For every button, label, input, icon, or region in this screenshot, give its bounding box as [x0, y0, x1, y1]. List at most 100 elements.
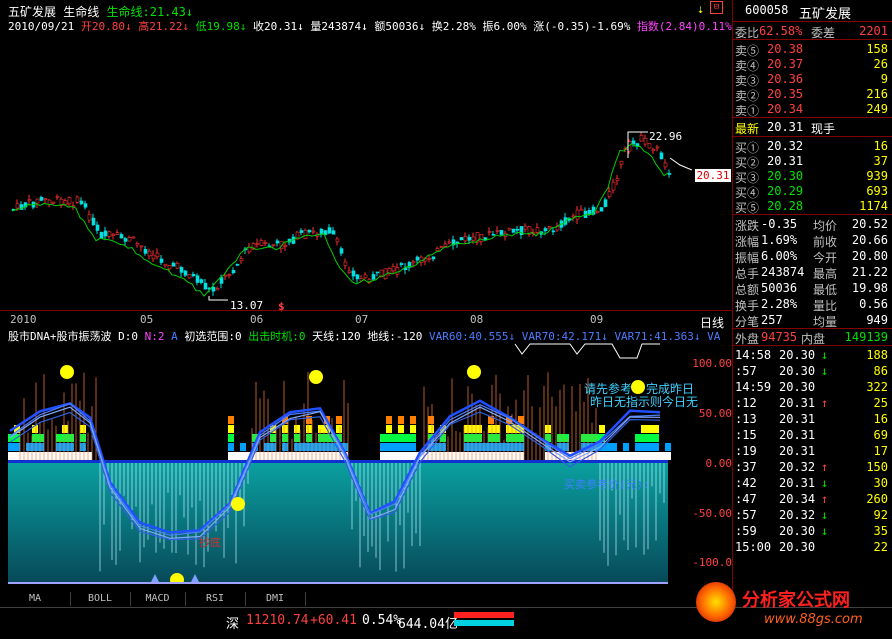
signal-bar — [440, 452, 446, 460]
stat-value: 20.52 — [851, 217, 888, 231]
tick-volume: 322 — [866, 380, 888, 394]
tick-row: :19 20.31 17 — [735, 444, 890, 458]
signal-bar — [398, 434, 404, 442]
signal-bar — [14, 452, 20, 460]
signal-bar — [240, 452, 246, 460]
tab-rsi[interactable]: RSI — [185, 592, 246, 606]
signal-bar — [270, 434, 276, 442]
tick-row: :57 20.30 ↓ 86 — [735, 364, 890, 378]
candle-body — [119, 234, 124, 239]
chart-area[interactable]: 五矿发展 生命线 生命线:21.43↓ 2010/09/21 开20.80↓ 高… — [0, 0, 733, 606]
diff-value: 2201 — [859, 24, 888, 38]
signal-bar — [270, 452, 276, 460]
bottom-label: 抄底 — [199, 536, 221, 549]
tick-volume: 150 — [866, 460, 888, 474]
note-3: 买卖参考价(元): — [564, 478, 650, 491]
stat-value: 6.00% — [761, 249, 798, 263]
tab-boll[interactable]: BOLL — [70, 592, 131, 606]
tick-row: :59 20.30 ↓ 35 — [735, 524, 890, 538]
tick-time: 14:59 — [735, 380, 772, 394]
tick-price: 20.31 — [779, 476, 816, 490]
signal-bar — [629, 452, 635, 460]
candle-body — [111, 234, 116, 236]
signal-bar — [306, 443, 312, 451]
candle-body — [595, 210, 600, 213]
stat-label: 今开 — [813, 251, 838, 265]
candle-body — [647, 143, 652, 149]
signal-bar — [404, 452, 410, 460]
candle-body — [51, 201, 56, 204]
candle-body — [223, 274, 228, 277]
signal-bar — [488, 443, 494, 451]
tick-row: :42 20.31 ↓ 30 — [735, 476, 890, 490]
signal-bar — [32, 443, 38, 451]
signal-bar — [14, 443, 20, 451]
candle-body — [327, 227, 332, 234]
candle-body — [95, 224, 100, 231]
indicator-chart[interactable] — [0, 342, 692, 584]
tick-arrow: ↑ — [821, 396, 829, 410]
signal-bar — [26, 443, 32, 451]
candle-body — [91, 217, 96, 226]
signal-bar — [434, 452, 440, 460]
signal-bar — [440, 443, 446, 451]
stat-row: 分笔 257 均量 949 — [735, 313, 890, 329]
candle-body — [167, 265, 172, 270]
tab-ma[interactable]: MA — [0, 592, 71, 606]
signal-bar — [318, 425, 324, 433]
candle-body — [663, 162, 668, 168]
stat-row: 总额 50036 最低 19.98 — [735, 281, 890, 297]
signal-bar — [605, 452, 611, 460]
candle-body — [363, 274, 368, 279]
candle-body — [499, 230, 504, 235]
y-tick: 100.00 — [692, 357, 732, 370]
candle-body — [155, 252, 160, 258]
quote-panel: 600058 五矿发展 委比 62.58% 委差 2201 最新 20.31 现… — [733, 0, 892, 604]
tab-dmi[interactable]: DMI — [245, 592, 306, 606]
tick-volume: 30 — [873, 476, 888, 490]
ratio-row: 委比 62.58% 委差 2201 — [735, 24, 890, 40]
signal-bar — [599, 452, 605, 460]
price-chart[interactable] — [0, 30, 692, 310]
tick-arrow: ↓ — [821, 524, 829, 538]
signal-bar — [476, 434, 482, 442]
candle-body — [63, 200, 68, 205]
candle-body — [27, 199, 32, 202]
tab-macd[interactable]: MACD — [130, 592, 186, 606]
signal-bar — [294, 452, 300, 460]
signal-bar — [282, 434, 288, 442]
candle-body — [43, 198, 48, 201]
close-icon[interactable]: ⊟ — [710, 1, 723, 14]
signal-bar — [623, 452, 629, 460]
indicator-bars — [8, 416, 671, 460]
signal-bar — [330, 452, 336, 460]
stat-label: 均价 — [813, 219, 838, 233]
bid-price: 20.32 — [767, 139, 804, 153]
high-price-label: 22.96 — [649, 130, 683, 143]
candle-body — [427, 258, 432, 260]
tick-row: :57 20.32 ↓ 92 — [735, 508, 890, 522]
signal-bar — [80, 425, 86, 433]
candle-body — [659, 152, 664, 160]
chart-separator — [0, 310, 732, 311]
smiley-icon — [309, 370, 323, 384]
candle-body — [411, 261, 416, 264]
stat-row: 换手 2.28% 量比 0.56 — [735, 297, 890, 313]
signal-bar — [234, 452, 240, 460]
stat-value: 257 — [761, 313, 783, 327]
signal-bar — [282, 443, 288, 451]
market-pct: 0.54% — [362, 613, 402, 628]
stat-value: 20.66 — [851, 233, 888, 247]
candle-body — [303, 229, 308, 240]
tick-price: 20.32 — [779, 460, 816, 474]
signal-bar — [599, 425, 605, 433]
stat-row: 涨幅 1.69% 前收 20.66 — [735, 233, 890, 249]
tick-arrow: ↑ — [821, 460, 829, 474]
tick-time: :59 — [735, 524, 757, 538]
signal-bar — [324, 452, 330, 460]
anchor-icon[interactable]: ⇣ — [697, 2, 704, 16]
last-price-row: 最新 20.31 现手 — [735, 120, 890, 136]
signal-bar — [228, 434, 234, 442]
tick-time: :42 — [735, 476, 757, 490]
ask-volume: 158 — [866, 42, 888, 56]
